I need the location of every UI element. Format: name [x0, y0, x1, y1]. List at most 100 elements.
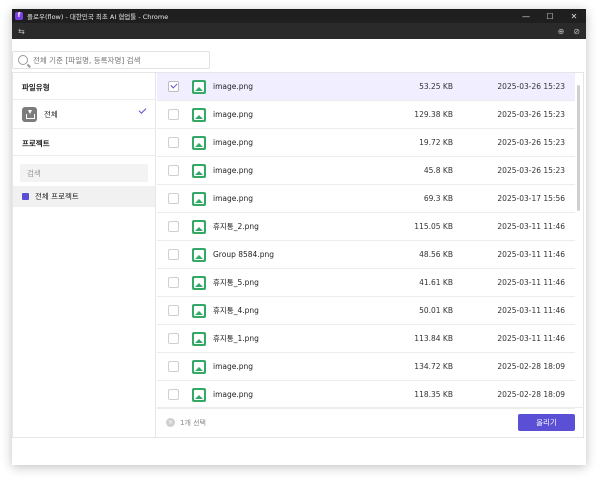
row-checkbox[interactable] [168, 165, 179, 176]
sidebar: 파일유형 전체 프로젝트 검색 전체 프로젝트 [13, 73, 156, 437]
image-file-icon [192, 275, 206, 290]
minimize-button[interactable]: — [514, 12, 538, 21]
file-date: 2025-03-11 11:46 [497, 278, 565, 287]
window-title: 플로우(flow) - 대한민국 최초 AI 협업툴 - Chrome [27, 13, 169, 21]
file-size: 129.38 KB [414, 110, 453, 119]
file-date: 2025-03-11 11:46 [497, 306, 565, 315]
project-color-icon [22, 193, 29, 200]
file-size: 134.72 KB [414, 362, 453, 371]
file-row[interactable]: image.png 118.35 KB 2025-02-28 18:09 [157, 381, 575, 409]
file-date: 2025-03-26 15:23 [497, 138, 565, 147]
download-icon [22, 106, 37, 122]
file-size: 113.84 KB [414, 334, 453, 343]
file-row[interactable]: Group 8584.png 48.56 KB 2025-03-11 11:46 [157, 241, 575, 269]
file-list: image.png 53.25 KB 2025-03-26 15:23 image.… [157, 73, 575, 409]
file-size: 69.3 KB [423, 194, 453, 203]
file-date: 2025-03-26 15:23 [497, 166, 565, 175]
file-panel: 파일유형 전체 프로젝트 검색 전체 프로젝트 image.png 53.25 K… [12, 72, 584, 438]
image-file-icon [192, 135, 206, 150]
selection-info: × 1개 선택 [166, 418, 206, 428]
file-name: image.png [213, 194, 254, 203]
file-size: 118.35 KB [414, 390, 453, 399]
image-file-icon [192, 79, 206, 94]
file-row[interactable]: 휴지통_4.png 50.01 KB 2025-03-11 11:46 [157, 297, 575, 325]
file-name: image.png [213, 390, 254, 399]
file-row[interactable]: image.png 19.72 KB 2025-03-26 15:23 [157, 129, 575, 157]
file-size: 50.01 KB [419, 306, 453, 315]
file-row[interactable]: 휴지통_5.png 41.61 KB 2025-03-11 11:46 [157, 269, 575, 297]
image-file-icon [192, 219, 206, 234]
file-date: 2025-03-26 15:23 [497, 110, 565, 119]
file-name: image.png [213, 110, 254, 119]
row-checkbox[interactable] [168, 305, 179, 316]
file-row[interactable]: image.png 69.3 KB 2025-03-17 15:56 [157, 185, 575, 213]
title-bar: f 플로우(flow) - 대한민국 최초 AI 협업툴 - Chrome — … [12, 9, 586, 23]
file-name: 휴지통_1.png [213, 334, 259, 343]
file-date: 2025-03-11 11:46 [497, 222, 565, 231]
image-file-icon [192, 107, 206, 122]
search-icon [18, 55, 28, 65]
row-checkbox[interactable] [168, 333, 179, 344]
file-name: 휴지통_5.png [213, 278, 259, 287]
image-file-icon [192, 247, 206, 262]
file-row[interactable]: image.png 45.8 KB 2025-03-26 15:23 [157, 157, 575, 185]
file-date: 2025-03-11 11:46 [497, 250, 565, 259]
selection-count: 1개 선택 [180, 418, 206, 427]
filter-all[interactable]: 전체 [13, 100, 155, 129]
file-search-box[interactable] [12, 51, 210, 69]
file-date: 2025-02-28 18:09 [497, 362, 565, 371]
image-file-icon [192, 359, 206, 374]
image-file-icon [192, 163, 206, 178]
file-date: 2025-03-26 15:23 [497, 82, 565, 91]
project-item-all[interactable]: 전체 프로젝트 [13, 186, 155, 207]
maximize-button[interactable]: ☐ [538, 12, 562, 21]
file-size: 19.72 KB [419, 138, 453, 147]
row-checkbox[interactable] [168, 389, 179, 400]
file-size: 115.05 KB [414, 222, 453, 231]
row-checkbox[interactable] [168, 249, 179, 260]
row-checkbox[interactable] [168, 221, 179, 232]
filter-all-label: 전체 [44, 109, 58, 119]
eye-off-icon[interactable]: ⊘ [573, 27, 580, 36]
row-checkbox[interactable] [168, 361, 179, 372]
browser-window: f 플로우(flow) - 대한민국 최초 AI 협업툴 - Chrome — … [12, 9, 586, 465]
row-checkbox[interactable] [168, 137, 179, 148]
file-name: image.png [213, 362, 254, 371]
file-name: 휴지통_2.png [213, 222, 259, 231]
flow-app-icon: f [15, 12, 23, 20]
file-size: 41.61 KB [419, 278, 453, 287]
close-button[interactable]: ✕ [562, 12, 586, 21]
file-name: image.png [213, 82, 254, 91]
file-row[interactable]: 휴지통_1.png 113.84 KB 2025-03-11 11:46 [157, 325, 575, 353]
settings-sliders-icon[interactable]: ⇆ [18, 27, 25, 36]
search-input[interactable] [33, 55, 203, 65]
check-icon [138, 106, 147, 114]
browser-toolbar: ⇆ ⊕ ⊘ [12, 23, 586, 39]
file-date: 2025-03-11 11:46 [497, 334, 565, 343]
file-size: 45.8 KB [423, 166, 453, 175]
row-checkbox[interactable] [168, 109, 179, 120]
file-row[interactable]: 휴지통_2.png 115.05 KB 2025-03-11 11:46 [157, 213, 575, 241]
image-file-icon [192, 387, 206, 402]
clear-selection-icon[interactable]: × [166, 418, 175, 427]
row-checkbox[interactable] [168, 277, 179, 288]
file-date: 2025-02-28 18:09 [497, 390, 565, 399]
row-checkbox[interactable] [168, 193, 179, 204]
list-scrollbar[interactable] [577, 85, 580, 211]
file-name: 휴지통_4.png [213, 306, 259, 315]
project-item-label: 전체 프로젝트 [35, 192, 79, 201]
row-checkbox[interactable] [168, 81, 179, 92]
image-file-icon [192, 191, 206, 206]
upload-button[interactable]: 올리기 [518, 414, 575, 431]
file-row[interactable]: image.png 129.38 KB 2025-03-26 15:23 [157, 101, 575, 129]
file-name: image.png [213, 138, 254, 147]
file-picker: 파일유형 전체 프로젝트 검색 전체 프로젝트 image.png 53.25 K… [12, 39, 586, 465]
file-row[interactable]: image.png 53.25 KB 2025-03-26 15:23 [157, 73, 575, 101]
project-search-input[interactable]: 검색 [20, 164, 148, 182]
image-file-icon [192, 331, 206, 346]
zoom-icon[interactable]: ⊕ [558, 27, 565, 36]
file-size: 48.56 KB [419, 250, 453, 259]
file-size: 53.25 KB [419, 82, 453, 91]
file-row[interactable]: image.png 134.72 KB 2025-02-28 18:09 [157, 353, 575, 381]
file-name: Group 8584.png [213, 250, 274, 259]
